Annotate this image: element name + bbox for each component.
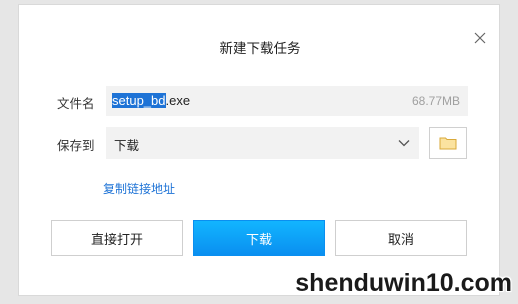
dialog-title: 新建下载任务: [219, 41, 301, 57]
copy-link-address[interactable]: 复制链接地址: [103, 180, 175, 197]
close-button[interactable]: [471, 29, 489, 47]
screen: 新建下载任务 文件名 setup_bd.exe 68.77MB 保存到 下载 复…: [0, 0, 518, 304]
close-icon: [474, 32, 486, 44]
browse-folder-button[interactable]: [429, 127, 467, 159]
filename-label: 文件名: [57, 96, 95, 111]
folder-icon: [439, 137, 457, 150]
saveto-dropdown[interactable]: 下载: [106, 127, 419, 159]
saveto-value: 下载: [114, 138, 140, 153]
chevron-down-icon: [398, 140, 410, 147]
filename-selected-text: setup_bd: [112, 93, 166, 108]
new-download-dialog: 新建下载任务 文件名 setup_bd.exe 68.77MB 保存到 下载 复…: [18, 4, 500, 296]
saveto-label: 保存到: [57, 138, 95, 153]
site-watermark: shenduwin10.com: [295, 269, 512, 297]
cancel-button[interactable]: 取消: [335, 220, 467, 256]
download-button[interactable]: 下载: [193, 220, 325, 256]
file-size: 68.77MB: [411, 94, 460, 108]
filename-value: setup_bd.exe: [112, 93, 190, 108]
open-directly-button[interactable]: 直接打开: [51, 220, 183, 256]
filename-extension: .exe: [165, 93, 191, 108]
filename-input[interactable]: setup_bd.exe 68.77MB: [106, 86, 468, 116]
